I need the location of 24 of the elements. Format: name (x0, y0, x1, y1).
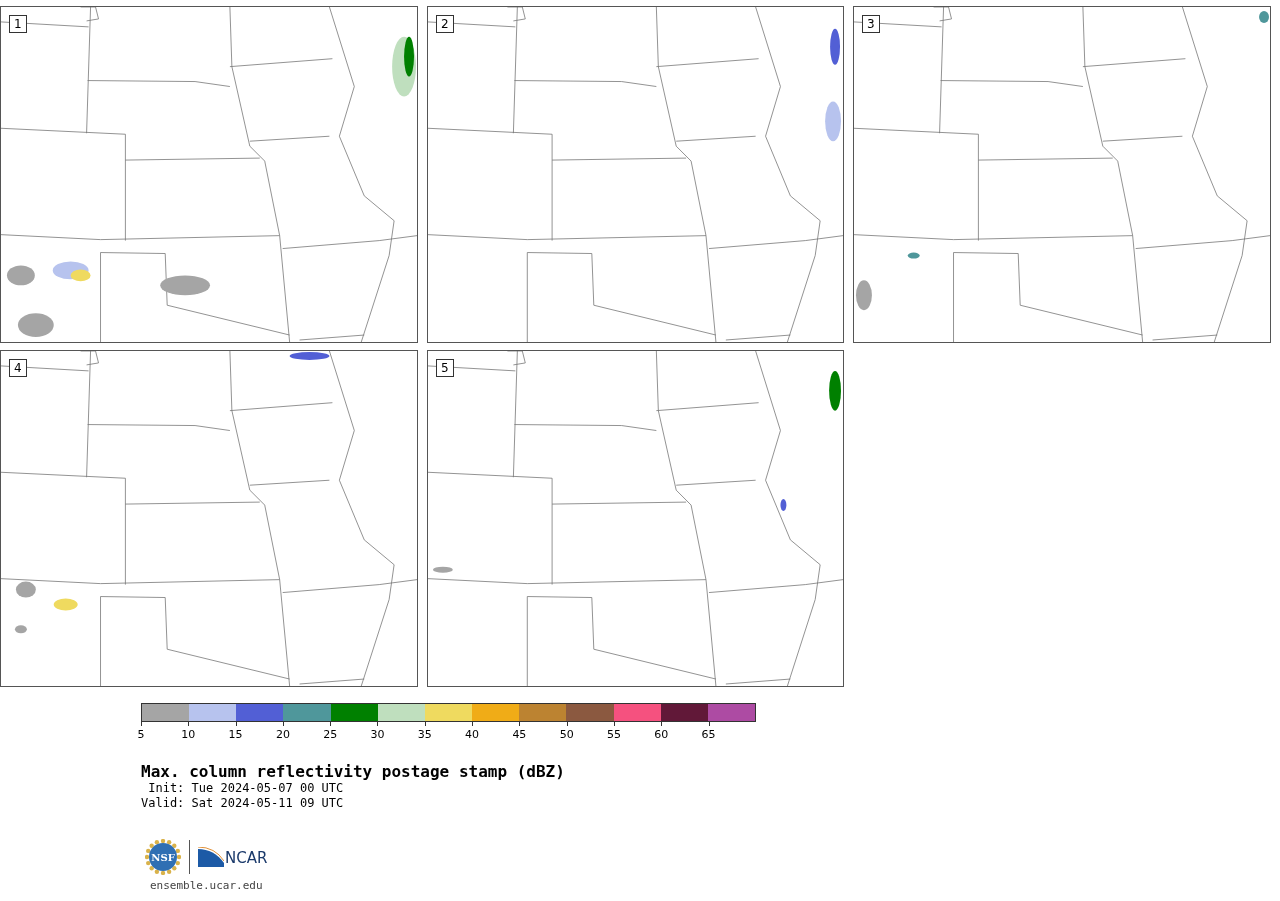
colorbar-tick-label: 45 (512, 728, 527, 741)
colorbar-tick-label: 20 (275, 728, 290, 741)
chart-title: Max. column reflectivity postage stamp (dBZ) (141, 762, 566, 781)
panel-number: 2 (436, 15, 454, 33)
colorbar-tick-label: 60 (654, 728, 669, 741)
colorbar-tick-label: 5 (137, 728, 145, 741)
panel-number: 4 (9, 359, 27, 377)
nsf-logo: NSF (145, 839, 181, 875)
panel-number: 3 (862, 15, 880, 33)
colorbar-tick-label: 35 (417, 728, 432, 741)
colorbar-tick-label: 30 (370, 728, 385, 741)
panel-number: 5 (436, 359, 454, 377)
colorbar-tick-label: 50 (559, 728, 574, 741)
colorbar-tick-label: 55 (606, 728, 621, 741)
valid-time: Valid: Sat 2024-05-11 09 UTC (141, 796, 345, 811)
init-time: Init: Tue 2024-05-07 00 UTC (147, 781, 345, 796)
colorbar-tick-label: 25 (323, 728, 338, 741)
colorbar-tick-label: 15 (228, 728, 243, 741)
ncar-logo: NCAR (198, 847, 268, 867)
site-url: ensemble.ucar.edu (150, 879, 264, 892)
panel-number: 1 (9, 15, 27, 33)
colorbar-tick-label: 65 (701, 728, 716, 741)
colorbar-tick-label: 40 (465, 728, 480, 741)
colorbar-tick-label: 10 (181, 728, 196, 741)
